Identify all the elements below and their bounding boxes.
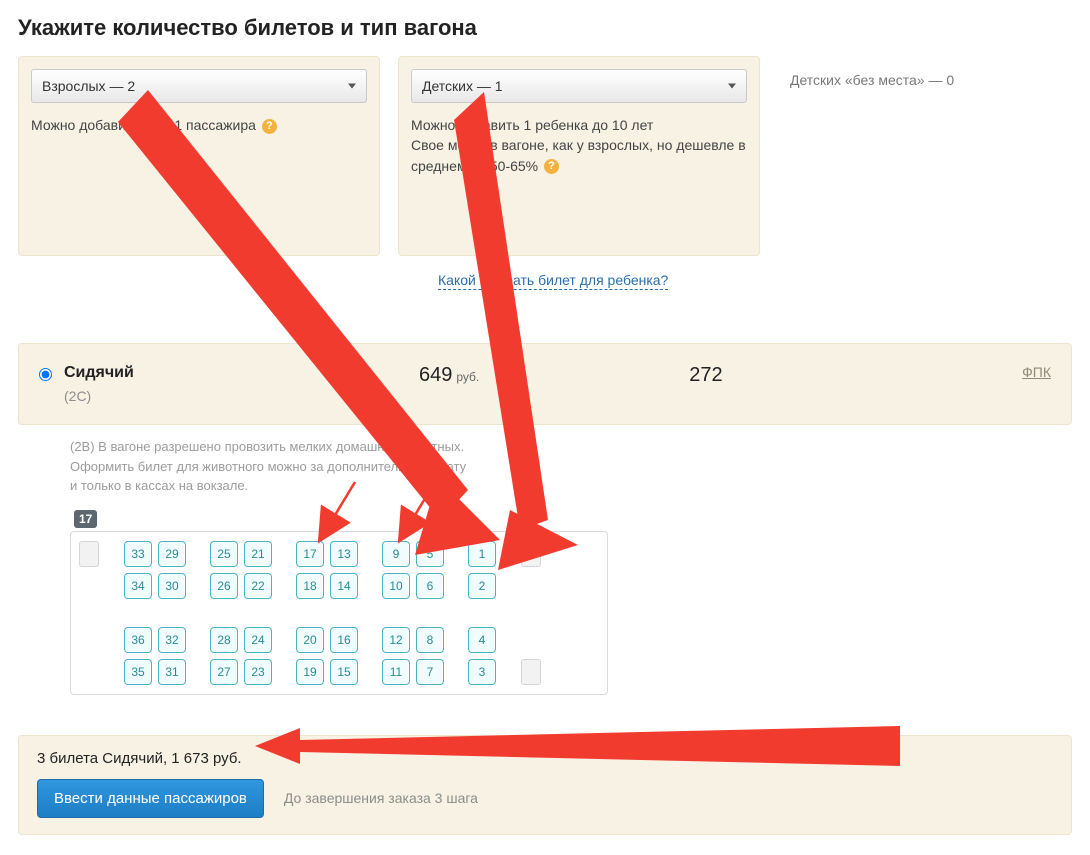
children-dropdown[interactable]: Детских — 1 [411, 69, 747, 103]
adults-block: Взрослых — 2 Можно добавить еще 1 пассаж… [18, 56, 380, 256]
seat[interactable]: 34 [124, 573, 152, 599]
seat[interactable]: 23 [244, 659, 272, 685]
adults-label: Взрослых — 2 [42, 78, 135, 94]
infants-dropdown[interactable]: Детских «без места» — 0 [790, 68, 1038, 92]
carriage-number-badge[interactable]: 17 [74, 510, 97, 528]
seat[interactable]: 28 [210, 627, 238, 653]
seat[interactable]: 19 [296, 659, 324, 685]
seat[interactable]: 13 [330, 541, 358, 567]
enter-passenger-data-button[interactable]: Ввести данные пассажиров [37, 779, 264, 818]
seat[interactable]: 35 [124, 659, 152, 685]
seat[interactable]: 6 [416, 573, 444, 599]
seat[interactable]: 4 [468, 627, 496, 653]
car-type-panel: Сидячий (2С) 649руб. 272 ФПК [18, 343, 1072, 425]
seat[interactable]: 16 [330, 627, 358, 653]
children-block: Детских — 1 Можно добавить 1 ребенка до … [398, 56, 760, 256]
infants-block: Детских «без места» — 0 [778, 56, 1050, 256]
car-type-code: (2С) [64, 388, 134, 404]
car-type-name: Сидячий [64, 364, 134, 382]
seat[interactable]: 31 [158, 659, 186, 685]
seat[interactable]: 26 [210, 573, 238, 599]
seat[interactable]: 25 [210, 541, 238, 567]
seat[interactable]: 27 [210, 659, 238, 685]
service-icon [521, 659, 541, 685]
seat[interactable]: 22 [244, 573, 272, 599]
child-ticket-help-link[interactable]: Какой выбрать билет для ребенка? [438, 272, 668, 290]
seat[interactable]: 17 [296, 541, 324, 567]
seat[interactable]: 1 [468, 541, 496, 567]
summary-panel: 3 билета Сидячий, 1 673 руб. Ввести данн… [18, 735, 1072, 835]
children-label: Детских — 1 [422, 78, 503, 94]
seat[interactable]: 30 [158, 573, 186, 599]
seat[interactable]: 12 [382, 627, 410, 653]
seat[interactable]: 36 [124, 627, 152, 653]
seat[interactable]: 21 [244, 541, 272, 567]
seat[interactable]: 3 [468, 659, 496, 685]
car-price: 649руб. [419, 364, 479, 387]
help-icon[interactable]: ? [262, 119, 277, 134]
seat[interactable]: 11 [382, 659, 410, 685]
toilet-icon [79, 541, 99, 567]
seat[interactable]: 20 [296, 627, 324, 653]
seat[interactable]: 32 [158, 627, 186, 653]
luggage-icon [521, 541, 541, 567]
seat[interactable]: 10 [382, 573, 410, 599]
seat[interactable]: 8 [416, 627, 444, 653]
seat[interactable]: 33 [124, 541, 152, 567]
help-icon[interactable]: ? [544, 159, 559, 174]
seat[interactable]: 14 [330, 573, 358, 599]
seat[interactable]: 15 [330, 659, 358, 685]
car-available: 272 [689, 364, 722, 387]
seat[interactable]: 24 [244, 627, 272, 653]
seat[interactable]: 29 [158, 541, 186, 567]
seat[interactable]: 9 [382, 541, 410, 567]
seat[interactable]: 18 [296, 573, 324, 599]
seat[interactable]: 5 [416, 541, 444, 567]
summary-text: 3 билета Сидячий, 1 673 руб. [37, 750, 1053, 767]
car-operator: ФПК [1022, 364, 1051, 380]
car-type-radio[interactable] [39, 368, 52, 381]
seat[interactable]: 2 [468, 573, 496, 599]
carriage-animal-info: (2В) В вагоне разрешено провозить мелких… [18, 425, 1072, 504]
page-title: Укажите количество билетов и тип вагона [18, 0, 1072, 56]
seat[interactable]: 7 [416, 659, 444, 685]
children-hint: Можно добавить 1 ребенка до 10 лет Свое … [411, 115, 747, 176]
adults-dropdown[interactable]: Взрослых — 2 [31, 69, 367, 103]
adults-hint: Можно добавить еще 1 пассажира ? [31, 115, 367, 135]
steps-remaining: До завершения заказа 3 шага [284, 790, 478, 806]
seat-scheme: 33 29 25 21 17 13 9 5 1 34 [70, 531, 608, 695]
